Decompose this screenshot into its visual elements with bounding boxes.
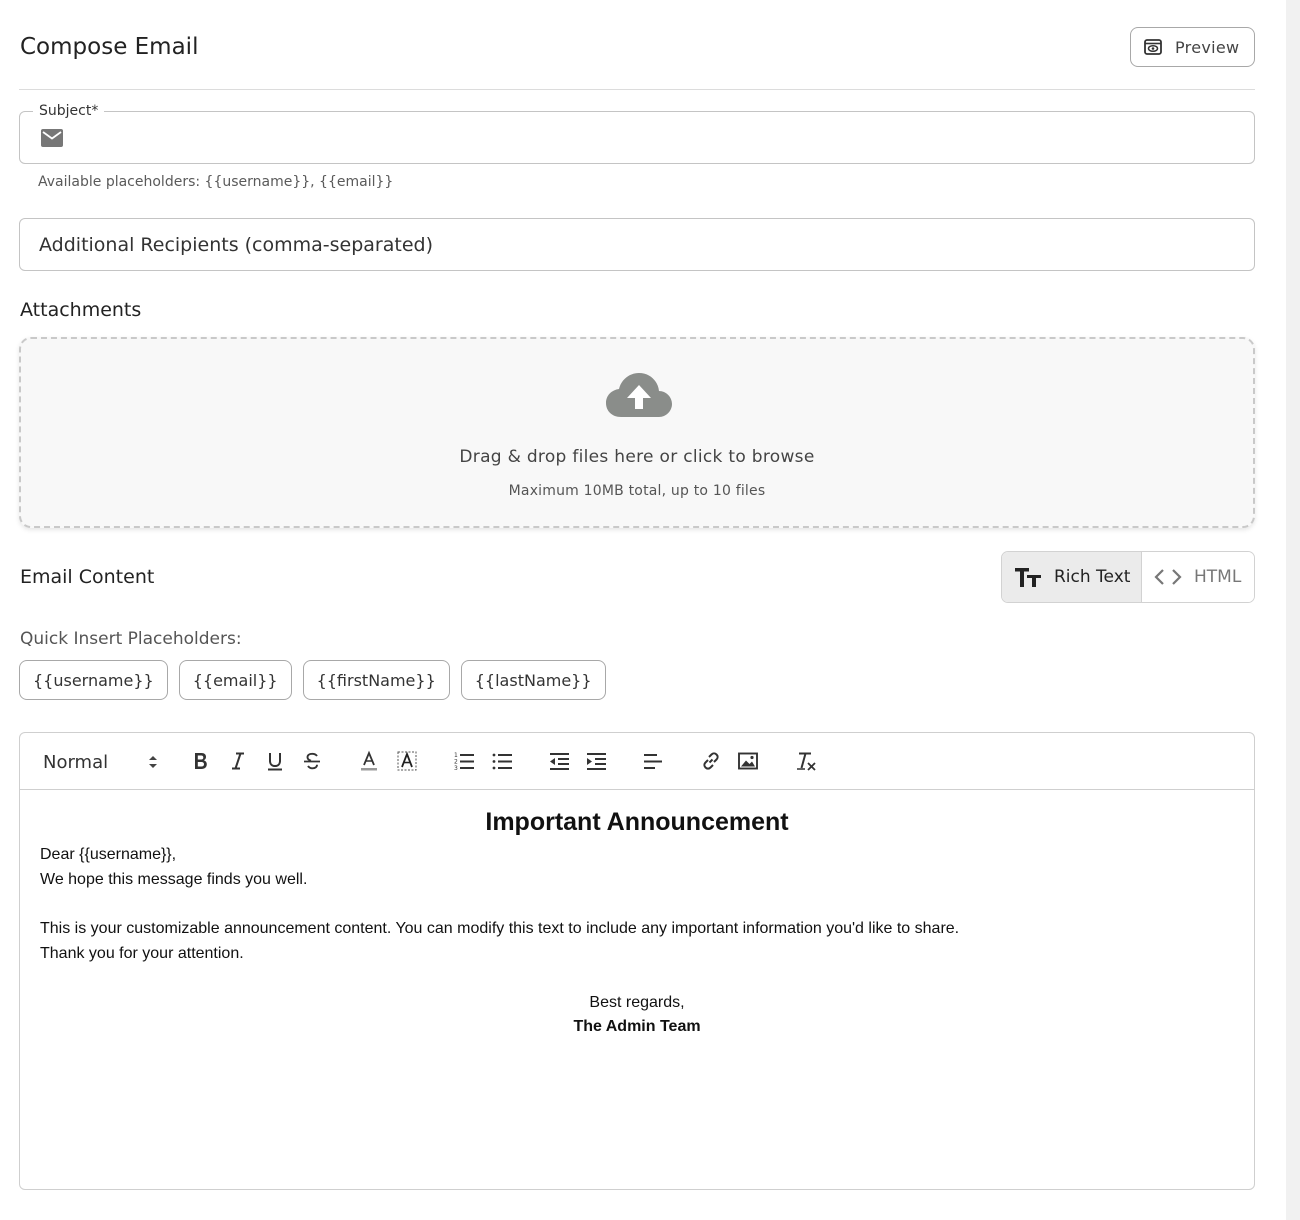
rich-text-mode-button[interactable]: Rich Text xyxy=(1002,552,1142,602)
required-mark: * xyxy=(91,103,99,119)
bold-icon[interactable] xyxy=(189,750,211,772)
preview-button-label: Preview xyxy=(1175,37,1240,57)
editor-toolbar: Normal 1 2 3 xyxy=(20,733,1254,790)
subject-field[interactable]: Subject* xyxy=(19,102,1255,164)
image-icon[interactable] xyxy=(737,750,759,772)
content-closing: Best regards, xyxy=(589,994,685,1011)
email-content-heading: Email Content xyxy=(20,566,155,588)
compose-email-page: Compose Email Preview Subject* Available… xyxy=(19,0,1255,1220)
subject-label: Subject* xyxy=(33,102,105,120)
dropzone-limit-text: Maximum 10MB total, up to 10 files xyxy=(508,483,766,499)
quick-insert-label: Quick Insert Placeholders: xyxy=(20,629,242,649)
html-mode-button[interactable]: HTML xyxy=(1142,552,1254,602)
placeholder-chip-username[interactable]: {{username}} xyxy=(19,660,168,700)
code-icon xyxy=(1154,567,1182,587)
eye-icon xyxy=(1143,37,1163,57)
rich-text-mode-label: Rich Text xyxy=(1054,567,1131,587)
format-select[interactable]: Normal xyxy=(43,749,158,775)
content-title: Important Announcement xyxy=(485,808,789,836)
editor-mode-toggle: Rich Text HTML xyxy=(1001,551,1255,603)
html-mode-label: HTML xyxy=(1194,567,1242,587)
page-header: Compose Email Preview xyxy=(19,27,1255,67)
mail-icon xyxy=(40,126,64,150)
cloud-upload-icon xyxy=(605,371,673,419)
page-title: Compose Email xyxy=(20,34,199,60)
page-scrollbar[interactable] xyxy=(1286,0,1300,1220)
link-icon[interactable] xyxy=(700,750,722,772)
placeholder-chip-firstname[interactable]: {{firstName}} xyxy=(302,660,450,700)
content-line-1: We hope this message finds you well. xyxy=(40,871,308,888)
svg-text:3: 3 xyxy=(454,765,458,772)
content-line-2: This is your customizable announcement c… xyxy=(40,920,960,937)
content-greeting: Dear {{username}}, xyxy=(40,846,177,863)
select-arrows-icon xyxy=(148,753,158,776)
rich-text-editor: Normal 1 2 3 Important Announcement Dear… xyxy=(19,732,1255,1190)
strikethrough-icon[interactable] xyxy=(301,750,323,772)
ordered-list-icon[interactable]: 123 xyxy=(453,750,475,772)
text-color-icon[interactable] xyxy=(358,750,380,772)
subject-helper-text: Available placeholders: {{username}}, {{… xyxy=(38,174,394,190)
dropzone-instructions: Drag & drop files here or click to brows… xyxy=(459,447,815,467)
preview-button[interactable]: Preview xyxy=(1130,27,1255,67)
background-color-icon[interactable] xyxy=(396,750,418,772)
recipients-placeholder: Additional Recipients (comma-separated) xyxy=(39,233,433,256)
indent-icon[interactable] xyxy=(585,750,607,772)
placeholder-chip-lastname[interactable]: {{lastName}} xyxy=(460,660,606,700)
attachments-heading: Attachments xyxy=(20,299,142,321)
text-size-icon xyxy=(1014,566,1042,588)
attachments-dropzone[interactable]: Drag & drop files here or click to brows… xyxy=(19,337,1255,528)
format-select-value: Normal xyxy=(43,751,109,773)
underline-icon[interactable] xyxy=(264,750,286,772)
recipients-input[interactable]: Additional Recipients (comma-separated) xyxy=(19,218,1255,271)
content-signature: The Admin Team xyxy=(573,1018,701,1035)
header-divider xyxy=(19,89,1255,90)
placeholder-chip-email[interactable]: {{email}} xyxy=(178,660,292,700)
align-left-icon[interactable] xyxy=(642,750,664,772)
italic-icon[interactable] xyxy=(227,750,249,772)
clear-formatting-icon[interactable] xyxy=(795,750,817,772)
content-line-3: Thank you for your attention. xyxy=(40,945,244,962)
outdent-icon[interactable] xyxy=(548,750,570,772)
placeholder-chips: {{username}} {{email}} {{firstName}} {{l… xyxy=(19,660,606,700)
bullet-list-icon[interactable] xyxy=(491,750,513,772)
